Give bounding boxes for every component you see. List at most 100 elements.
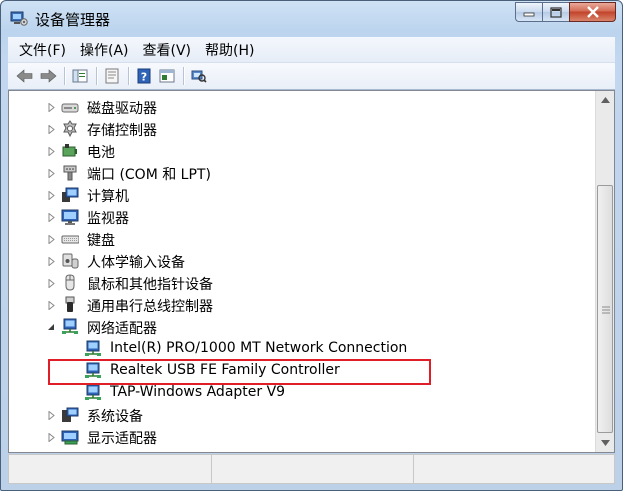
tree-item-label: 人体学输入设备 <box>87 255 185 271</box>
tree-category-row[interactable]: 端口 (COM 和 LPT) <box>9 162 595 184</box>
arrow-up-icon <box>600 97 610 103</box>
view-icon <box>159 69 175 83</box>
tree-category-row[interactable]: 人体学输入设备 <box>9 250 595 272</box>
view-button[interactable] <box>156 66 178 86</box>
status-segment <box>212 455 415 483</box>
system-device-icon <box>62 407 79 422</box>
close-icon <box>586 6 599 18</box>
expand-arrow-icon[interactable] <box>46 168 56 178</box>
tree-device-row[interactable]: TAP-Windows Adapter V9 <box>9 382 595 404</box>
network-adapter-icon <box>85 384 101 400</box>
title-bar[interactable]: 设备管理器 <box>1 1 622 35</box>
network-adapter-icon <box>62 318 78 334</box>
device-tree: 磁盘驱动器存储控制器电池端口 (COM 和 LPT) 计算机监视器键盘人体学输入设… <box>9 96 595 448</box>
back-icon <box>16 69 33 83</box>
expand-arrow-icon[interactable] <box>46 300 56 310</box>
expand-arrow-icon[interactable] <box>46 124 56 134</box>
tree-item-label: 网络适配器 <box>87 321 157 337</box>
keyboard-icon <box>61 235 79 244</box>
tree-category-row[interactable]: 存储控制器 <box>9 118 595 140</box>
expand-arrow-icon[interactable] <box>46 212 56 222</box>
menu-view[interactable]: 查看(V) <box>136 40 199 60</box>
toolbar: ? <box>8 62 615 90</box>
scan-hardware-icon <box>191 70 207 83</box>
back-button[interactable] <box>14 66 36 86</box>
scroll-down-button[interactable] <box>596 434 614 452</box>
expand-arrow-icon[interactable] <box>46 278 56 288</box>
expand-arrow-icon[interactable] <box>46 256 56 266</box>
minimize-icon <box>523 12 535 17</box>
tree-item-label: 存储控制器 <box>87 123 157 139</box>
tree-item-label: 监视器 <box>87 211 129 227</box>
tree-category-row[interactable]: 监视器 <box>9 206 595 228</box>
tree-category-row[interactable]: 磁盘驱动器 <box>9 96 595 118</box>
tree-category-row[interactable]: 网络适配器 <box>9 316 595 338</box>
menu-help[interactable]: 帮助(H) <box>198 40 261 60</box>
disk-drive-icon <box>61 103 79 113</box>
menu-action[interactable]: 操作(A) <box>73 40 136 60</box>
scan-hardware-button[interactable] <box>188 66 210 86</box>
properties-button[interactable] <box>101 66 123 86</box>
tree-category-row[interactable]: 显示适配器 <box>9 426 595 448</box>
vertical-scrollbar[interactable] <box>595 91 614 452</box>
expand-arrow-icon[interactable] <box>46 146 56 156</box>
tree-category-row[interactable]: 电池 <box>9 140 595 162</box>
tree-item-label: 计算机 <box>87 189 129 205</box>
device-tree-panel: 磁盘驱动器存储控制器电池端口 (COM 和 LPT) 计算机监视器键盘人体学输入设… <box>8 90 615 453</box>
status-segment <box>9 455 212 483</box>
maximize-icon <box>550 6 562 18</box>
tree-item-label: 键盘 <box>87 233 115 249</box>
expand-arrow-icon[interactable] <box>46 102 56 112</box>
minimize-button[interactable] <box>515 2 542 22</box>
expand-arrow-icon[interactable] <box>46 432 56 442</box>
tree-category-row[interactable]: 系统设备 <box>9 404 595 426</box>
device-manager-window: 设备管理器 文件(F) 操作(A) 查看(V) 帮助(H) ? 磁盘驱动器 存储… <box>0 0 623 491</box>
svg-text:?: ? <box>141 71 147 84</box>
console-tree-button[interactable] <box>69 66 91 86</box>
tree-item-label: Intel(R) PRO/1000 MT Network Connection <box>110 340 408 356</box>
collapse-arrow-icon[interactable] <box>46 322 56 332</box>
tree-item-label: TAP-Windows Adapter V9 <box>110 384 286 400</box>
expand-arrow-icon[interactable] <box>46 410 56 420</box>
grip-icon <box>602 306 610 314</box>
status-bar <box>8 454 615 484</box>
properties-icon <box>105 68 119 84</box>
battery-icon <box>62 144 77 157</box>
scrollbar-thumb[interactable] <box>597 185 613 433</box>
tree-item-label: 系统设备 <box>87 409 143 425</box>
tree-item-label: 端口 (COM 和 LPT) <box>87 167 211 183</box>
tree-category-row[interactable]: 鼠标和其他指针设备 <box>9 272 595 294</box>
toolbar-separator <box>96 67 97 85</box>
port-icon <box>63 165 77 181</box>
toolbar-separator <box>128 67 129 85</box>
toolbar-separator <box>64 67 65 85</box>
monitor-icon <box>61 209 79 225</box>
menu-file[interactable]: 文件(F) <box>12 40 73 60</box>
device-manager-app-icon <box>10 11 28 26</box>
storage-controller-icon <box>63 120 77 138</box>
tree-item-label: 通用串行总线控制器 <box>87 299 213 315</box>
arrow-down-icon <box>600 440 610 446</box>
forward-button[interactable] <box>37 66 59 86</box>
tree-category-row[interactable]: 通用串行总线控制器 <box>9 294 595 316</box>
expand-arrow-icon[interactable] <box>46 190 56 200</box>
maximize-button[interactable] <box>542 2 569 22</box>
display-adapter-icon <box>61 430 79 445</box>
tree-item-label: 显示适配器 <box>87 431 157 447</box>
tree-item-label: 磁盘驱动器 <box>87 101 157 117</box>
help-button[interactable]: ? <box>133 66 155 86</box>
tree-item-label: 电池 <box>87 145 115 161</box>
close-button[interactable] <box>569 2 616 22</box>
status-segment <box>414 455 614 483</box>
tree-category-row[interactable]: 键盘 <box>9 228 595 250</box>
tree-category-row[interactable]: 计算机 <box>9 184 595 206</box>
caption-buttons <box>515 2 616 22</box>
expand-arrow-icon[interactable] <box>46 234 56 244</box>
scroll-up-button[interactable] <box>596 91 614 109</box>
console-tree-icon <box>72 69 88 83</box>
computer-icon <box>62 187 79 202</box>
tree-device-row[interactable]: Intel(R) PRO/1000 MT Network Connection <box>9 338 595 360</box>
mouse-icon <box>65 274 75 291</box>
tree-item-label: 鼠标和其他指针设备 <box>87 277 213 293</box>
toolbar-separator <box>183 67 184 85</box>
